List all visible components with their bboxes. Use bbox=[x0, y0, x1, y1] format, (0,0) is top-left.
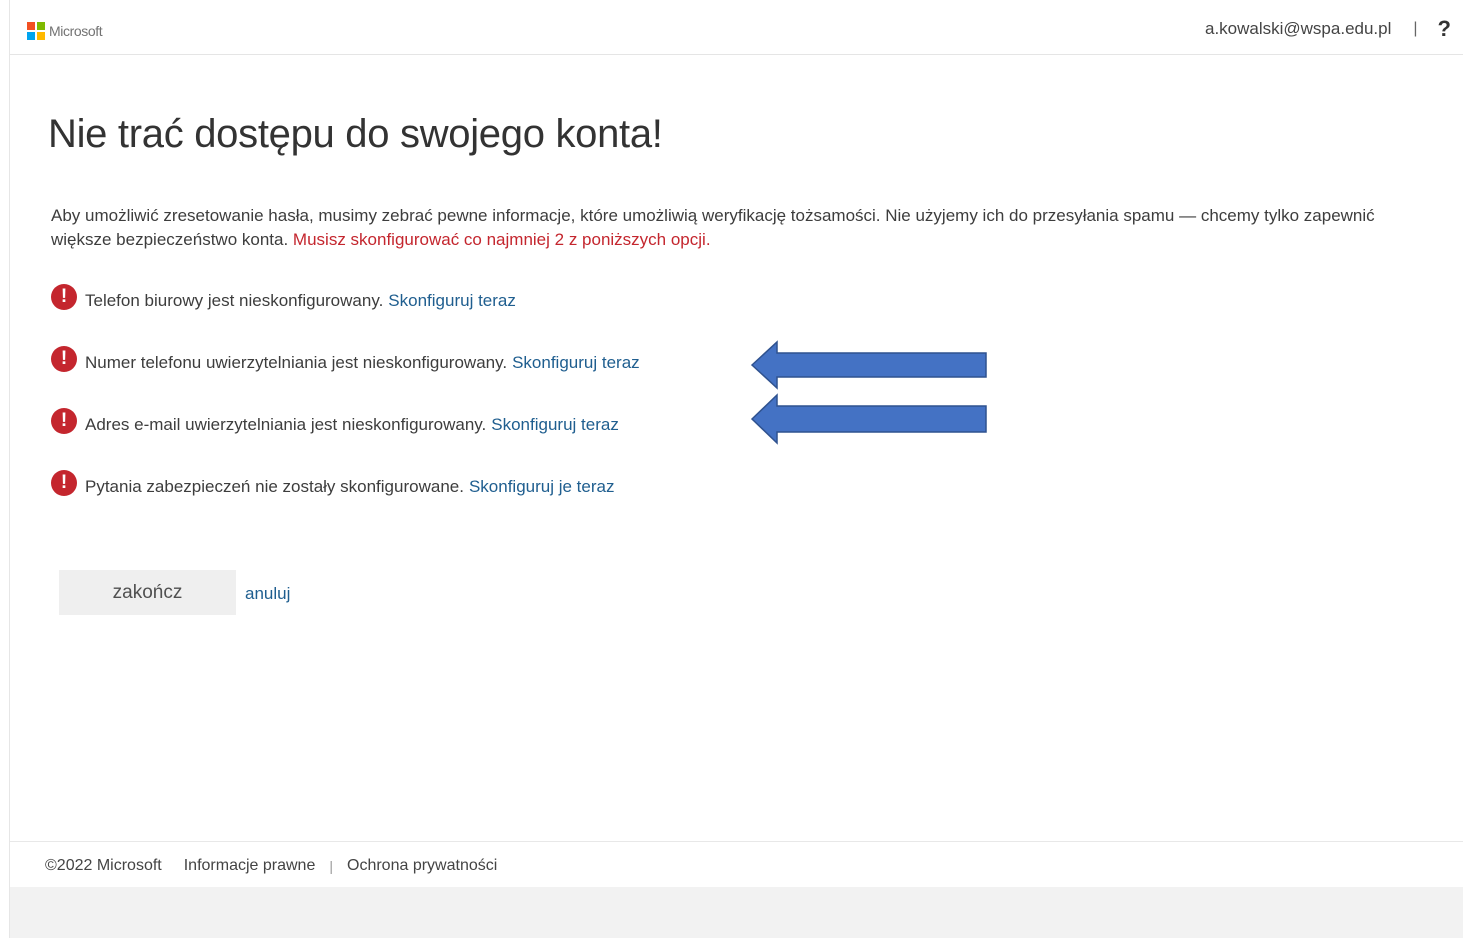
microsoft-logo: Microsoft bbox=[27, 22, 103, 40]
setup-item-text: Numer telefonu uwierzytelniania jest nie… bbox=[85, 353, 508, 372]
setup-item-office-phone: ! Telefon biurowy jest nieskonfigurowany… bbox=[51, 284, 516, 314]
page-title: Nie trać dostępu do swojego konta! bbox=[48, 112, 663, 156]
setup-item-text: Pytania zabezpieczeń nie zostały skonfig… bbox=[85, 477, 464, 496]
microsoft-logo-icon bbox=[27, 22, 45, 40]
brand-name: Microsoft bbox=[49, 23, 103, 39]
intro-warning: Musisz skonfigurować co najmniej 2 z pon… bbox=[292, 230, 711, 249]
annotation-arrow-2 bbox=[750, 393, 987, 445]
setup-item-auth-phone: ! Numer telefonu uwierzytelniania jest n… bbox=[51, 346, 640, 376]
intro-text: Aby umożliwić zresetowanie hasła, musimy… bbox=[51, 206, 1375, 249]
alert-icon: ! bbox=[51, 470, 77, 496]
setup-item-text: Adres e-mail uwierzytelniania jest niesk… bbox=[85, 415, 487, 434]
window-left-edge bbox=[0, 0, 10, 938]
footer-separator: | bbox=[329, 858, 333, 874]
legal-link[interactable]: Informacje prawne bbox=[184, 857, 316, 875]
bottom-band bbox=[10, 887, 1463, 938]
footer: ©2022 Microsoft Informacje prawne | Ochr… bbox=[10, 841, 1463, 888]
footer-content: ©2022 Microsoft Informacje prawne | Ochr… bbox=[45, 857, 497, 875]
intro-paragraph: Aby umożliwić zresetowanie hasła, musimy… bbox=[51, 204, 1421, 252]
setup-security-questions-link[interactable]: Skonfiguruj je teraz bbox=[469, 477, 615, 497]
setup-office-phone-link[interactable]: Skonfiguruj teraz bbox=[388, 291, 516, 311]
setup-auth-phone-link[interactable]: Skonfiguruj teraz bbox=[512, 353, 640, 373]
finish-button[interactable]: zakończ bbox=[59, 570, 236, 615]
copyright-text: ©2022 Microsoft bbox=[45, 857, 162, 874]
setup-item-text: Telefon biurowy jest nieskonfigurowany. bbox=[85, 291, 384, 310]
logo-square-blue bbox=[27, 32, 35, 40]
user-email[interactable]: a.kowalski@wspa.edu.pl bbox=[1205, 19, 1391, 39]
logo-square-yellow bbox=[37, 32, 45, 40]
arrow-left-shape bbox=[750, 393, 987, 445]
annotation-arrow-1 bbox=[750, 340, 987, 390]
user-area: a.kowalski@wspa.edu.pl | ? bbox=[1205, 16, 1451, 42]
header-bar: Microsoft a.kowalski@wspa.edu.pl | ? bbox=[10, 0, 1463, 55]
help-icon[interactable]: ? bbox=[1438, 16, 1451, 42]
logo-square-green bbox=[37, 22, 45, 30]
header-separator: | bbox=[1413, 20, 1418, 37]
setup-auth-email-link[interactable]: Skonfiguruj teraz bbox=[491, 415, 619, 435]
cancel-link[interactable]: anuluj bbox=[245, 584, 290, 604]
setup-item-auth-email: ! Adres e-mail uwierzytelniania jest nie… bbox=[51, 408, 619, 438]
alert-icon: ! bbox=[51, 284, 77, 310]
alert-icon: ! bbox=[51, 408, 77, 434]
page: Microsoft a.kowalski@wspa.edu.pl | ? Nie… bbox=[0, 0, 1463, 938]
logo-square-red bbox=[27, 22, 35, 30]
privacy-link[interactable]: Ochrona prywatności bbox=[347, 857, 497, 875]
alert-icon: ! bbox=[51, 346, 77, 372]
setup-item-security-questions: ! Pytania zabezpieczeń nie zostały skonf… bbox=[51, 470, 615, 500]
arrow-left-shape bbox=[750, 340, 987, 390]
